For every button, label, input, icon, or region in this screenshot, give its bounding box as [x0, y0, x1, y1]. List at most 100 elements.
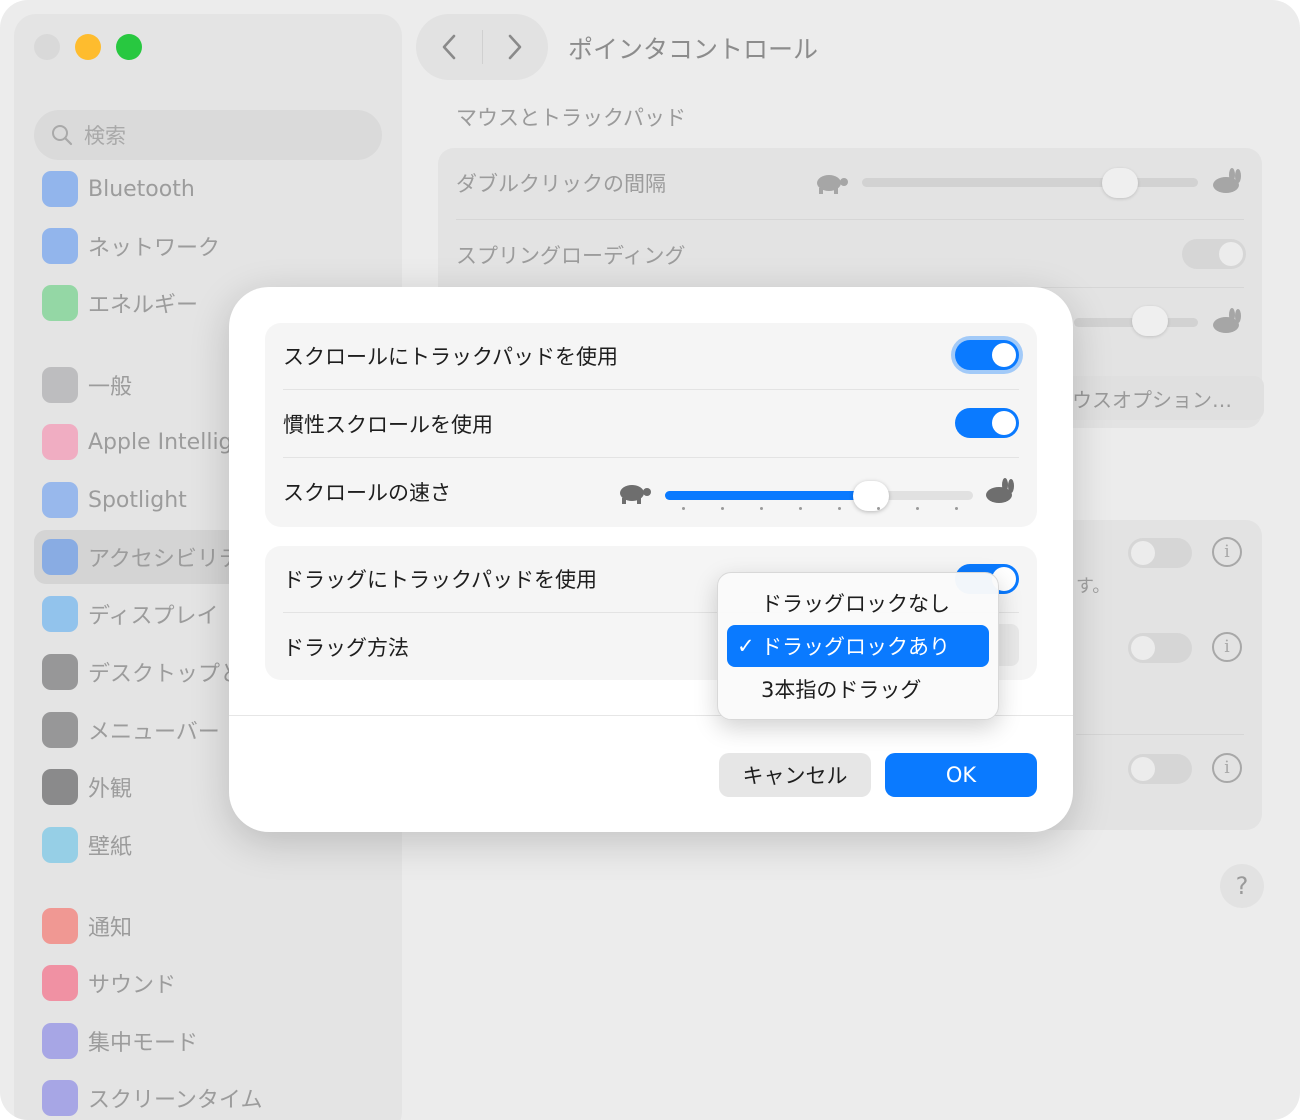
gear-icon — [42, 367, 78, 403]
ok-button[interactable]: OK — [885, 753, 1037, 797]
scroll-trackpad-toggle[interactable] — [955, 340, 1019, 370]
menu-item-with-lock[interactable]: ✓ ドラッグロックあり — [727, 625, 989, 667]
moon-icon — [42, 1023, 78, 1059]
slider-tick — [838, 507, 841, 510]
apple-intelligence-icon — [42, 424, 78, 460]
globe-icon — [42, 228, 78, 264]
sidebar-item-label: 集中モード — [88, 1031, 199, 1056]
rabbit-icon — [1213, 308, 1241, 333]
scroll-speed-slider[interactable] — [665, 481, 973, 511]
menu-item-no-lock[interactable]: ドラッグロックなし — [727, 582, 989, 624]
divider — [283, 389, 1019, 390]
trackpad-options-sheet: スクロールにトラックパッドを使用 慣性スクロールを使用 スクロールの速さ ドラッ… — [229, 287, 1073, 832]
rabbit-icon — [986, 478, 1014, 503]
sidebar-item-label: 外観 — [88, 777, 133, 802]
search-placeholder: 検索 — [84, 124, 126, 148]
divider — [456, 219, 1244, 220]
sidebar-item[interactable]: 集中モード — [34, 1014, 382, 1068]
close-button[interactable] — [34, 34, 60, 60]
bell-icon — [42, 908, 78, 944]
window-title: ポインタコントロール — [568, 35, 819, 64]
menu-item-label: 3本指のドラッグ — [761, 678, 922, 702]
slider-tick — [877, 507, 880, 510]
sidebar-item[interactable]: スクリーンタイム — [34, 1071, 382, 1120]
info-icon[interactable]: i — [1212, 537, 1242, 567]
sidebar-item-label: サウンド — [88, 973, 177, 998]
hourglass-icon — [42, 1080, 78, 1116]
bolt-icon — [42, 285, 78, 321]
dock-icon — [42, 654, 78, 690]
divider — [283, 457, 1019, 458]
sidebar-item-label: Apple Intellig — [88, 429, 233, 455]
menu-item-three-finger[interactable]: 3本指のドラッグ — [727, 668, 989, 710]
appearance-icon — [42, 769, 78, 805]
sidebar-item[interactable]: ネットワーク — [34, 219, 382, 273]
flower-icon — [42, 827, 78, 863]
scroll-speed-label: スクロールの速さ — [283, 481, 451, 505]
cancel-button[interactable]: キャンセル — [719, 753, 871, 797]
scroll-group: スクロールにトラックパッドを使用 慣性スクロールを使用 スクロールの速さ — [265, 323, 1037, 527]
slider-knob[interactable] — [853, 481, 889, 511]
sidebar-item[interactable]: サウンド — [34, 956, 382, 1010]
scroll-trackpad-label: スクロールにトラックパッドを使用 — [283, 345, 618, 369]
slider-tick — [799, 507, 802, 510]
forward-button[interactable] — [483, 14, 549, 80]
divider — [1076, 734, 1244, 735]
slider-tick — [916, 507, 919, 510]
sidebar-item-label: 通知 — [88, 916, 133, 941]
back-button[interactable] — [416, 14, 482, 80]
sidebar-item-label: ネットワーク — [88, 236, 221, 261]
inertia-row: 慣性スクロールを使用 — [265, 391, 1037, 457]
slider-tick — [955, 507, 958, 510]
sidebar-item-label: メニューバー — [88, 720, 220, 745]
accessibility-icon — [42, 539, 78, 575]
sidebar-item[interactable]: Bluetooth — [34, 162, 382, 216]
double-click-slider[interactable] — [862, 178, 1198, 187]
sidebar-item[interactable]: 通知 — [34, 899, 382, 953]
inertia-toggle[interactable] — [955, 408, 1019, 438]
spring-delay-slider-knob[interactable] — [1132, 306, 1168, 336]
menubar-icon — [42, 712, 78, 748]
slider-tick — [721, 507, 724, 510]
bluetooth-icon — [42, 171, 78, 207]
help-button[interactable]: ? — [1220, 864, 1264, 908]
drag-trackpad-label: ドラッグにトラックパッドを使用 — [283, 568, 597, 592]
double-click-slider-knob[interactable] — [1102, 168, 1138, 198]
option-toggle-2[interactable] — [1128, 633, 1192, 663]
magnifier-icon — [42, 482, 78, 518]
drag-method-menu: ドラッグロックなし ✓ ドラッグロックあり 3本指のドラッグ — [717, 572, 999, 720]
sidebar-item-label: エネルギー — [88, 293, 199, 318]
navigation-buttons — [416, 14, 548, 80]
slider-fill — [665, 491, 871, 500]
settings-window: 検索 Bluetooth ネットワーク エネルギー 一般 Apple Intellig S… — [0, 0, 1300, 1120]
sidebar-item-label: 壁紙 — [88, 835, 133, 860]
mouse-options-button[interactable]: ウスオプション… — [1060, 376, 1264, 420]
search-input[interactable]: 検索 — [34, 110, 382, 160]
sidebar-item-label: Bluetooth — [88, 176, 195, 202]
info-icon[interactable]: i — [1212, 632, 1242, 662]
sidebar-item-label: ディスプレイ — [88, 604, 219, 629]
slider-tick — [682, 507, 685, 510]
sun-icon — [42, 596, 78, 632]
description-text: す。 — [1076, 576, 1111, 597]
sidebar-item-label: アクセシビリテ — [88, 547, 241, 572]
option-toggle-1[interactable] — [1128, 538, 1192, 568]
chevron-left-icon — [442, 34, 456, 60]
zoom-button[interactable] — [116, 34, 142, 60]
sidebar-item-label: デスクトップと — [88, 662, 243, 687]
spring-loading-label: スプリングローディング — [456, 244, 686, 268]
sidebar-item-label: スクリーンタイム — [88, 1088, 263, 1113]
sidebar-item-label: 一般 — [88, 375, 133, 400]
checkmark-icon: ✓ — [737, 634, 755, 658]
scroll-trackpad-row: スクロールにトラックパッドを使用 — [265, 323, 1037, 389]
double-click-label: ダブルクリックの間隔 — [456, 172, 666, 196]
drag-method-label: ドラッグ方法 — [283, 636, 409, 660]
option-toggle-3[interactable] — [1128, 754, 1192, 784]
search-icon — [52, 125, 73, 146]
spring-loading-toggle[interactable] — [1182, 239, 1246, 269]
info-icon[interactable]: i — [1212, 753, 1242, 783]
minimize-button[interactable] — [75, 34, 101, 60]
section-title: マウスとトラックパッド — [456, 106, 686, 130]
turtle-icon — [817, 175, 848, 194]
menu-item-label: ドラッグロックあり — [761, 635, 950, 659]
